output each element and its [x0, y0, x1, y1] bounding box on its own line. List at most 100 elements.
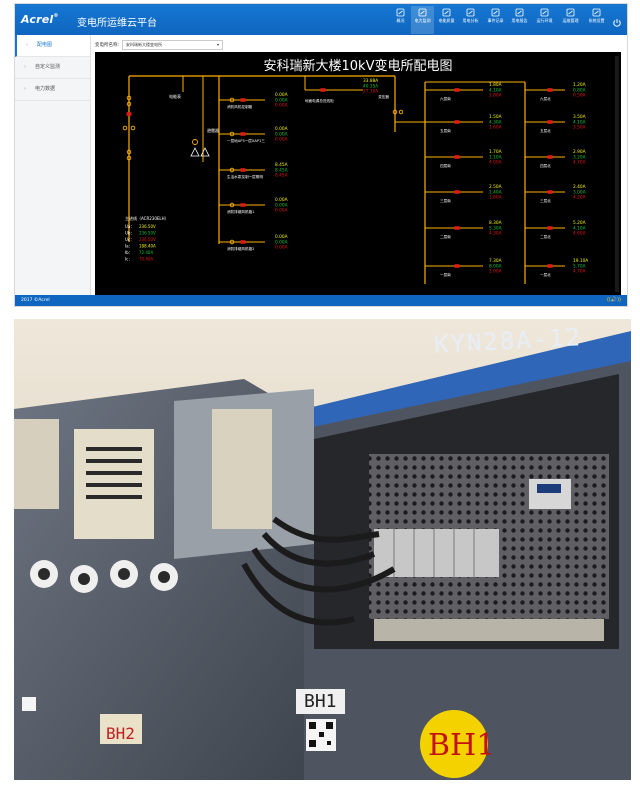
substation-selected: 安科瑞新大楼变电所 — [126, 42, 162, 47]
nav-item-label: 系统设置 — [588, 18, 605, 23]
monitor-icon — [418, 8, 427, 17]
sidebar-item-diagram[interactable]: › 配电图 — [15, 35, 90, 57]
south-floor-name: 六层南 — [440, 96, 451, 101]
north-floor-reading: 0.80A — [573, 87, 586, 93]
south-feeder-breaker — [454, 155, 460, 159]
north-feeder-breaker — [547, 155, 553, 159]
nav-item-7[interactable]: 运维管理 — [559, 8, 582, 24]
feeder-breaker — [240, 203, 246, 207]
single-line-diagram: 安科瑞新大楼10kV变电所配电图 电能表 避雷器 消防风机控制箱 0.00A 0.00A 0… — [95, 52, 621, 296]
feeder-name: 消防排烟风机箱2 — [227, 246, 254, 251]
arrester-symbol — [190, 147, 200, 157]
meter-label: 电能表 — [169, 93, 181, 99]
south-feeder-breaker — [454, 88, 460, 92]
south-floor-reading: 1.40A — [489, 189, 502, 195]
sidebar-item-power-data[interactable]: › 电力数据 — [15, 79, 90, 101]
north-floor-reading: 5.20A — [573, 220, 586, 226]
north-floor-reading: 4.60A — [573, 231, 586, 237]
main-meter-value: 236.50V — [139, 231, 156, 236]
south-floor-reading: 1.60A — [489, 195, 502, 201]
south-floor-name: 五层南 — [440, 128, 451, 133]
south-feeder-breaker — [454, 264, 460, 268]
feeder-reading: 8.45A — [275, 167, 288, 173]
feeder-name: 消防排烟风机箱1 — [227, 209, 254, 214]
ct-symbol — [122, 125, 128, 131]
nav-item-label: 用电报告 — [511, 18, 528, 23]
south-floor-name: 四层南 — [440, 163, 451, 168]
feeder-reading: 0.00A — [275, 239, 288, 245]
feeder-reading: 8.45A — [275, 173, 288, 179]
nav-item-0[interactable]: 概况 — [389, 8, 412, 24]
north-floor-reading: 4.20A — [573, 195, 586, 201]
nav-item-5[interactable]: 用电报告 — [508, 8, 531, 24]
main-meter-value: 188.40A — [139, 244, 156, 249]
south-floor-reading: 1.70A — [489, 149, 502, 155]
north-feeder-breaker — [547, 88, 553, 92]
south-floor-reading: 2.50A — [489, 184, 502, 190]
sidebar-item-custom-monitor[interactable]: › 自定义监测 — [15, 57, 90, 79]
report-icon — [515, 8, 524, 17]
acrel-logo: Acrel® — [21, 13, 59, 26]
main-incoming-breaker — [126, 112, 132, 116]
fuse-symbol — [192, 139, 198, 145]
feeder-reading: 0.00A — [275, 97, 288, 103]
chevron-right-icon: › — [26, 42, 28, 48]
nav-item-6[interactable]: 运行环境 — [533, 8, 556, 24]
nav-item-1[interactable]: 电力监测 — [411, 6, 434, 34]
south-feeder-breaker — [454, 226, 460, 230]
substation-select[interactable]: 安科瑞新大楼变电所 ▾ — [122, 40, 223, 50]
south-floor-reading: 1.80A — [489, 93, 502, 99]
sidebar-item-label: 配电图 — [37, 42, 53, 48]
main-meter-heading: 主进线（ACR230ELH） — [125, 215, 169, 221]
feeder-reading: 0.00A — [275, 131, 288, 137]
north-floor-name: 六层北 — [540, 96, 551, 101]
nav-item-4[interactable]: 事件记录 — [484, 8, 507, 24]
transformer-label: 变压器 — [378, 94, 389, 99]
main-meter-label: Ic： — [125, 257, 132, 262]
main-meter-value: 236.50V — [139, 224, 156, 229]
top-navigation-bar: Acrel® 变电所运维云平台 概况 电力监测 电能质量 用电分析 事件记录 用电报告 运行… — [15, 4, 627, 35]
feeder-breaker — [240, 168, 246, 172]
environment-icon — [540, 8, 549, 17]
north-floor-reading: 4.70A — [573, 269, 586, 275]
diagram-canvas: 安科瑞新大楼10kV变电所配电图电能表避雷器消防风机控制箱0.00A0.00A0… — [122, 56, 619, 292]
north-feeder-breaker — [547, 120, 553, 124]
cabinet-photo: KYN28A-12 BH2 BH1 BH1 — [14, 319, 631, 780]
feeder-reading: 0.00A — [275, 137, 288, 143]
terminal-block-strip — [374, 619, 604, 641]
feeder-reading: 0.00A — [275, 197, 288, 203]
north-feeder-breaker — [547, 264, 553, 268]
chevron-right-icon: › — [24, 86, 26, 92]
qr-code-small — [22, 697, 36, 711]
north-feeder-breaker — [547, 190, 553, 194]
south-floor-name: 一层南 — [440, 272, 451, 277]
diagram-title: 安科瑞新大楼10kV变电所配电图 — [264, 58, 453, 74]
south-floor-reading: 4.30A — [489, 119, 502, 125]
platform-screenshot: Acrel® 变电所运维云平台 概况 电力监测 电能质量 用电分析 事件记录 用电报告 运行… — [14, 3, 628, 307]
feeder-name: 消防风机控制箱 — [227, 104, 253, 109]
nav-item-2[interactable]: 电能质量 — [435, 8, 458, 24]
north-floor-reading: 5.70A — [573, 263, 586, 269]
north-floor-reading: 2.90A — [573, 149, 586, 155]
power-meter-display — [537, 484, 561, 493]
nav-item-label: 事件记录 — [487, 18, 504, 23]
feeder-reading: 8.45A — [275, 162, 288, 168]
main-meter-label: Ia： — [125, 244, 133, 249]
footer-bar: 2017 ©Acrel ((🔊)) — [15, 295, 627, 306]
power-icon[interactable] — [612, 13, 622, 32]
feeder-breaker — [240, 240, 246, 244]
north-floor-reading: 2.40A — [573, 184, 586, 190]
arrester-label: 避雷器 — [207, 127, 219, 133]
south-floor-reading: 8.00A — [489, 263, 502, 269]
bh1-sign: BH1 — [428, 728, 496, 763]
tie-feeder-name: 地面电源总进线柜 — [305, 98, 334, 103]
nav-item-8[interactable]: 系统设置 — [585, 8, 608, 24]
nav-item-label: 运维管理 — [562, 18, 579, 23]
south-floor-reading: 5.30A — [489, 225, 502, 231]
south-feeder-breaker — [454, 120, 460, 124]
terminal-block-vertical — [212, 409, 272, 529]
audio-alarm-icon[interactable]: ((🔊)) — [607, 297, 621, 303]
nav-item-3[interactable]: 用电分析 — [459, 8, 482, 24]
feeder-reading: 0.00A — [275, 202, 288, 208]
south-floor-reading: 1.80A — [489, 82, 502, 88]
